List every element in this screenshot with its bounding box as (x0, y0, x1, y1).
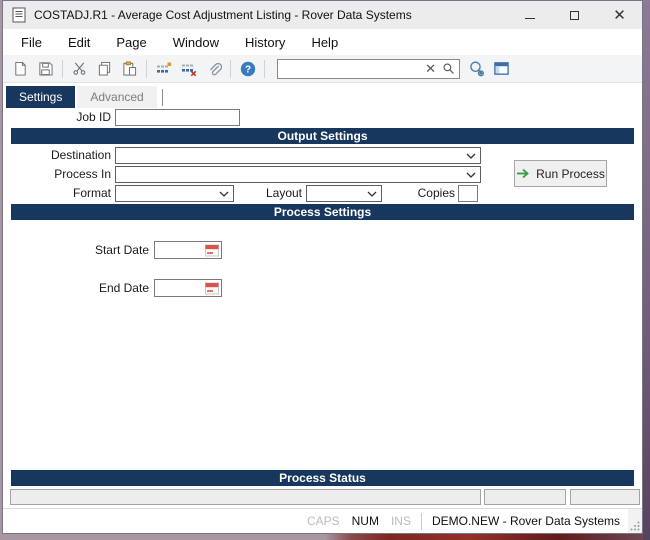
close-icon: ✕ (613, 8, 626, 23)
format-select[interactable] (115, 185, 234, 202)
process-status-field-2 (484, 489, 566, 505)
search-box: ✕ (277, 59, 460, 79)
cut-button[interactable] (67, 57, 92, 80)
end-date-calendar-button[interactable] (203, 280, 221, 296)
copy-icon (97, 61, 112, 76)
connection-info: DEMO.NEW - Rover Data Systems (432, 514, 620, 528)
end-date-input[interactable] (155, 281, 203, 295)
maximize-button[interactable] (552, 1, 597, 29)
copy-button[interactable] (92, 57, 117, 80)
calendar-icon (205, 244, 219, 257)
save-button[interactable] (33, 57, 58, 80)
output-settings-header: Output Settings (11, 128, 634, 144)
search-clear-icon[interactable]: ✕ (421, 62, 440, 75)
process-in-label: Process In (3, 166, 111, 183)
add-rows-icon (156, 61, 172, 77)
add-rows-button[interactable] (151, 57, 176, 80)
caps-lock-indicator: CAPS (307, 514, 340, 528)
calendar-icon (205, 282, 219, 295)
process-settings-header: Process Settings (11, 204, 634, 220)
menu-bar: File Edit Page Window History Help (3, 29, 642, 55)
save-icon (38, 61, 53, 76)
menu-help[interactable]: Help (298, 30, 351, 55)
minimize-icon (525, 18, 535, 19)
statusbar-separator (421, 513, 422, 530)
layout-label: Layout (240, 185, 302, 202)
tab-settings[interactable]: Settings (6, 86, 75, 108)
help-button[interactable]: ? (235, 57, 260, 80)
svg-text:?: ? (244, 64, 250, 75)
insert-indicator: INS (391, 514, 411, 528)
end-date-label: End Date (3, 279, 149, 297)
search-input[interactable] (282, 62, 421, 76)
paste-button[interactable] (117, 57, 142, 80)
help-icon: ? (240, 61, 256, 77)
start-date-field (154, 241, 222, 259)
menu-window[interactable]: Window (160, 30, 232, 55)
paste-icon (122, 61, 137, 76)
toolbar-separator (62, 60, 63, 78)
toolbar-separator (146, 60, 147, 78)
run-arrow-icon (516, 168, 530, 179)
delete-rows-button[interactable] (176, 57, 201, 80)
tab-advanced[interactable]: Advanced (77, 86, 156, 108)
window-title: COSTADJ.R1 - Average Cost Adjustment Lis… (34, 8, 412, 22)
form-area: Settings Advanced Job ID Output Settings… (3, 83, 642, 508)
find-preview-button[interactable] (464, 57, 489, 80)
chevron-down-icon (219, 191, 229, 197)
close-button[interactable]: ✕ (597, 1, 642, 29)
job-id-label: Job ID (3, 109, 111, 126)
desktop-wallpaper-edge (643, 0, 650, 540)
destination-label: Destination (3, 147, 111, 164)
job-id-input[interactable] (115, 109, 240, 126)
process-in-select[interactable] (115, 166, 481, 183)
window-layout-button[interactable] (489, 57, 514, 80)
process-status-field-3 (570, 489, 640, 505)
find-preview-icon (468, 60, 486, 78)
maximize-icon (570, 11, 579, 20)
num-lock-indicator: NUM (352, 514, 379, 528)
delete-rows-icon (181, 61, 197, 77)
copies-input[interactable] (458, 185, 478, 202)
start-date-input[interactable] (155, 243, 203, 257)
paperclip-icon (206, 61, 222, 77)
new-document-icon (13, 61, 28, 76)
tab-separator (162, 89, 163, 106)
minimize-button[interactable] (507, 1, 552, 29)
chevron-down-icon (466, 153, 476, 159)
run-process-label: Run Process (536, 167, 605, 181)
copies-label: Copies (398, 185, 455, 202)
layout-select[interactable] (306, 185, 382, 202)
menu-file[interactable]: File (8, 30, 55, 55)
menu-page[interactable]: Page (103, 30, 159, 55)
process-status-header: Process Status (11, 470, 634, 486)
search-icon[interactable] (440, 62, 457, 75)
app-window: COSTADJ.R1 - Average Cost Adjustment Lis… (2, 0, 643, 534)
toolbar-separator (264, 60, 265, 78)
attachment-button[interactable] (201, 57, 226, 80)
tab-strip: Settings Advanced (6, 86, 163, 108)
title-bar[interactable]: COSTADJ.R1 - Average Cost Adjustment Lis… (3, 1, 642, 29)
process-status-message-field (10, 489, 481, 505)
menu-edit[interactable]: Edit (55, 30, 103, 55)
start-date-label: Start Date (3, 241, 149, 259)
destination-select[interactable] (115, 147, 481, 164)
toolbar-separator (230, 60, 231, 78)
chevron-down-icon (466, 172, 476, 178)
menu-history[interactable]: History (232, 30, 298, 55)
chevron-down-icon (367, 191, 377, 197)
resize-grip[interactable] (628, 509, 642, 533)
toolbar: ? ✕ (3, 55, 642, 83)
end-date-field (154, 279, 222, 297)
window-layout-icon (493, 60, 510, 77)
start-date-calendar-button[interactable] (203, 242, 221, 258)
app-document-icon (12, 7, 26, 23)
status-bar: CAPS NUM INS DEMO.NEW - Rover Data Syste… (3, 508, 642, 533)
cut-icon (72, 61, 87, 76)
format-label: Format (3, 185, 111, 202)
run-process-button[interactable]: Run Process (514, 160, 607, 187)
new-document-button[interactable] (8, 57, 33, 80)
